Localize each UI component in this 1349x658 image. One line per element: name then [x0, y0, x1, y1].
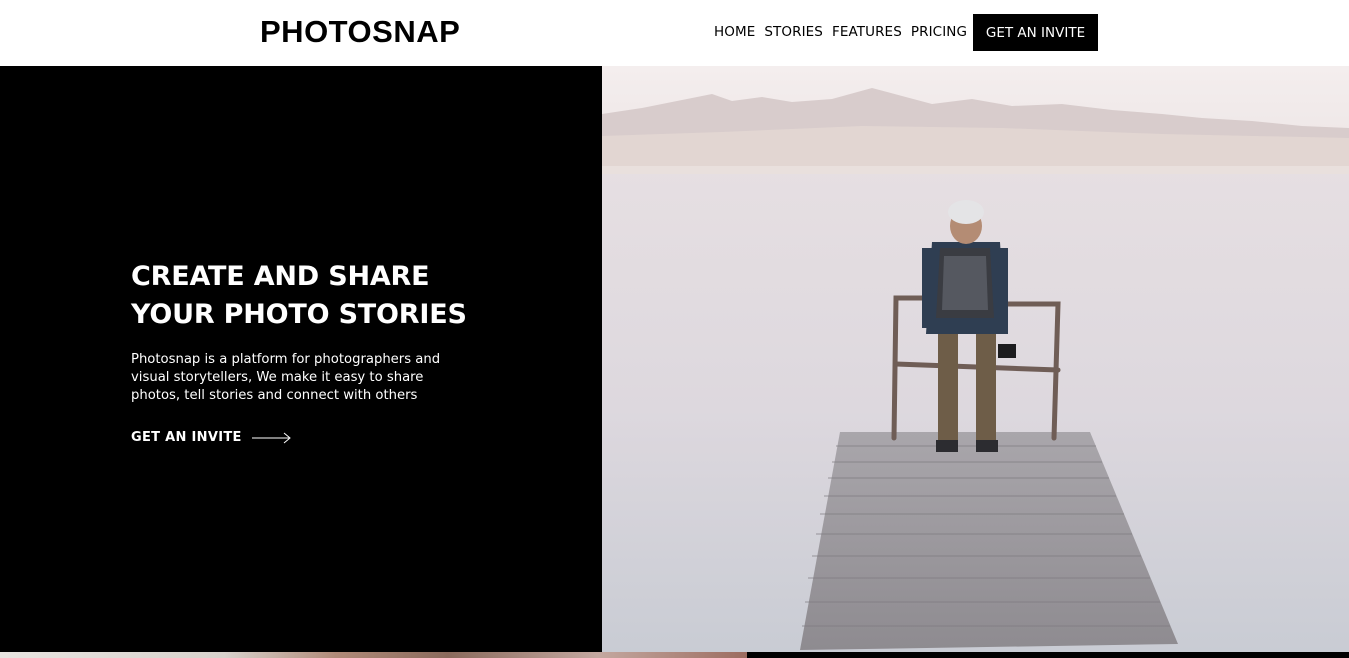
- hero-cta-label: GET AN INVITE: [131, 430, 242, 445]
- hero-image: [602, 66, 1349, 652]
- nav-stories-link[interactable]: STORIES: [764, 14, 823, 51]
- hero-description: Photosnap is a platform for photographer…: [131, 352, 441, 403]
- nav-home-link[interactable]: HOME: [714, 14, 755, 51]
- hero-title: CREATE AND SHARE YOUR PHOTO STORIES: [131, 258, 491, 334]
- hero-get-invite-link[interactable]: GET AN INVITE: [131, 430, 292, 445]
- site-header: PHOTOSNAP HOME STORIES FEATURES PRICING …: [0, 0, 1349, 66]
- hero-title-line-1: CREATE AND SHARE: [131, 261, 430, 292]
- nav-pricing-link[interactable]: PRICING: [911, 14, 967, 51]
- hero-text-panel: CREATE AND SHARE YOUR PHOTO STORIES Phot…: [0, 66, 602, 652]
- main-nav: HOME STORIES FEATURES PRICING GET AN INV…: [714, 14, 1099, 51]
- arrow-right-icon: [251, 432, 291, 443]
- next-section-dark-edge: [747, 652, 1349, 658]
- next-section-photo-edge: [0, 652, 747, 658]
- next-section-preview: [0, 652, 1349, 658]
- man-on-pier-photo: [602, 66, 1349, 652]
- logo[interactable]: PHOTOSNAP: [260, 14, 460, 50]
- get-invite-button[interactable]: GET AN INVITE: [973, 14, 1099, 51]
- nav-features-link[interactable]: FEATURES: [832, 14, 902, 51]
- hero-title-line-2: YOUR PHOTO STORIES: [131, 299, 467, 330]
